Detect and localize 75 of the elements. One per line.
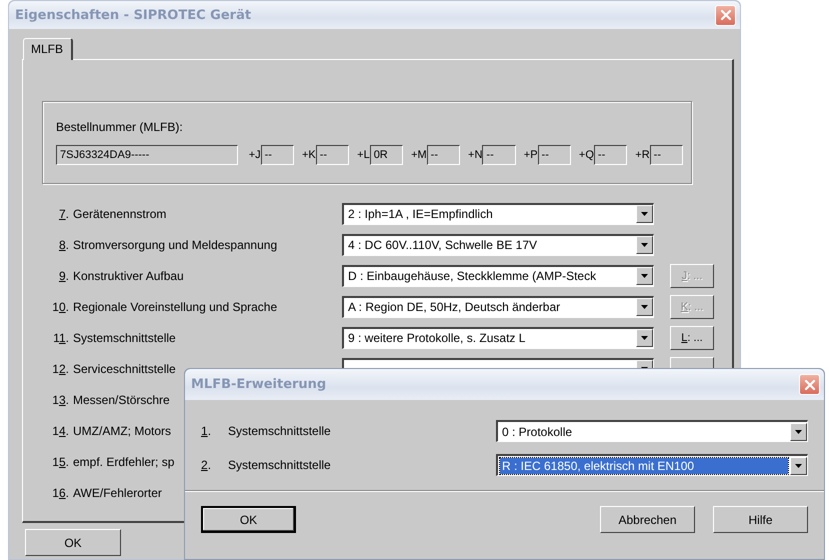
dropdown-field[interactable]: 4 : DC 60V..110V, Schwelle BE 17V <box>342 234 654 256</box>
option-label: Systemschnittstelle <box>228 424 331 438</box>
dropdown-field[interactable]: A : Region DE, 50Hz, Deutsch änderbar <box>342 296 654 318</box>
extension-field: -- <box>650 145 684 165</box>
item-number: 7. <box>58 206 70 220</box>
dialog-title: MLFB-Erweiterung <box>191 377 326 392</box>
caret-icon <box>795 464 802 468</box>
extension-field: -- <box>538 145 571 165</box>
close-icon <box>804 378 816 390</box>
option-label: UMZ/AMZ; Motors <box>73 424 171 438</box>
caret-icon <box>641 212 648 216</box>
dropdown-button[interactable] <box>636 298 653 316</box>
extension-field: 0R <box>370 145 404 165</box>
dropdown-button[interactable] <box>790 422 807 440</box>
dropdown-field[interactable]: 0 : Protokolle <box>496 420 808 442</box>
caret-icon <box>641 305 648 309</box>
item-number: 8. <box>58 238 70 252</box>
extension-field: -- <box>316 145 350 165</box>
option-label: Gerätenennstrom <box>73 206 166 220</box>
caret-icon <box>795 430 802 434</box>
item-number: 14. <box>51 424 70 438</box>
dropdown-field[interactable]: 2 : Iph=1A , IE=Empfindlich <box>342 202 654 224</box>
dropdown-field[interactable]: R : IEC 61850, elektrisch mit EN100 <box>496 454 808 476</box>
option-label: Systemschnittstelle <box>73 330 176 344</box>
item-number: 10. <box>51 300 70 314</box>
option-label: Konstruktiver Aufbau <box>73 268 184 282</box>
order-number-field: 7SJ63324DA9----- <box>56 145 238 165</box>
option-label: Messen/Störschre <box>73 392 170 406</box>
dropdown-button[interactable] <box>636 329 653 347</box>
field-label: +K <box>302 149 316 161</box>
extension-field: -- <box>260 145 294 165</box>
extension-field: -- <box>426 145 460 165</box>
close-icon <box>720 9 732 21</box>
extension-field: -- <box>482 145 516 165</box>
option-label: Regionale Voreinstellung und Sprache <box>73 300 278 314</box>
item-number: 15. <box>51 454 70 468</box>
close-button[interactable] <box>799 374 820 395</box>
field-label: +R <box>635 149 650 161</box>
caret-icon <box>641 336 648 340</box>
field-label: +L <box>357 149 370 161</box>
dialog-button[interactable]: Abbrechen <box>600 506 695 533</box>
item-number: 12. <box>51 362 70 376</box>
extension-button[interactable]: L: ... <box>670 326 714 350</box>
option-label: Systemschnittstelle <box>228 458 331 472</box>
dropdown-button[interactable] <box>636 236 653 254</box>
dialog-button[interactable]: Hilfe <box>713 506 808 533</box>
dropdown-field[interactable]: D : Einbaugehäuse, Steckklemme (AMP-Steck <box>342 264 654 286</box>
option-label: AWE/Fehlerorter <box>73 486 162 500</box>
tab[interactable]: MLFB <box>23 38 74 60</box>
dialog-button[interactable]: OK <box>201 506 296 533</box>
dropdown-button[interactable] <box>790 456 807 474</box>
caret-icon <box>641 243 648 247</box>
item-number: 16. <box>51 486 70 500</box>
item-number: 1. <box>201 424 212 438</box>
dropdown-button[interactable] <box>636 267 653 285</box>
dropdown-field[interactable]: 9 : weitere Protokolle, s. Zusatz L <box>342 326 654 348</box>
window-title: Eigenschaften - SIPROTEC Gerät <box>15 8 252 22</box>
option-label: empf. Erdfehler; sp <box>73 454 174 468</box>
item-number: 9. <box>58 268 70 282</box>
option-label: Stromversorgung und Meldespannung <box>73 238 278 252</box>
ok-button[interactable]: OK <box>25 529 121 556</box>
field-label: +Q <box>578 149 594 161</box>
option-label: Serviceschnittstelle <box>73 362 176 376</box>
item-number: 13. <box>51 392 70 406</box>
field-label: +M <box>411 149 427 161</box>
field-label: +P <box>524 149 538 161</box>
extension-field: -- <box>594 145 628 165</box>
field-label: Bestellnummer (MLFB): <box>56 120 184 136</box>
close-button[interactable] <box>715 4 736 26</box>
item-number: 11. <box>52 330 70 344</box>
dropdown-button[interactable] <box>636 205 653 223</box>
field-label: +J <box>248 149 261 161</box>
caret-icon <box>641 274 648 278</box>
field-label: +N <box>468 149 482 161</box>
item-number: 2. <box>201 458 212 472</box>
